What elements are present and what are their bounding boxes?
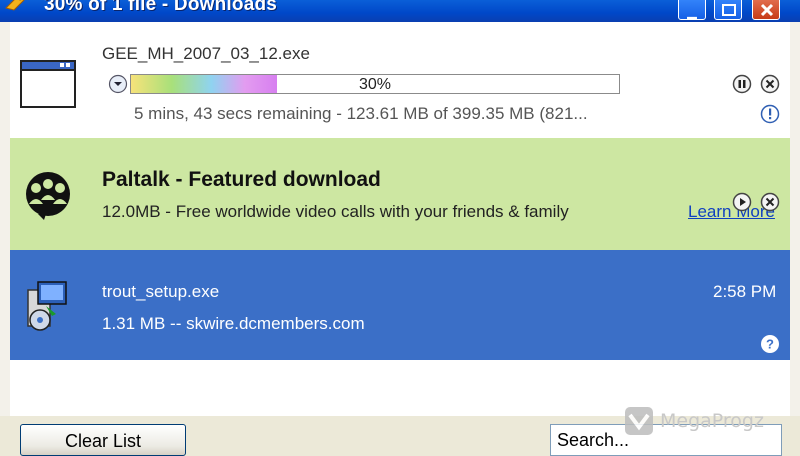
maximize-icon xyxy=(722,4,736,16)
progress-percent: 30% xyxy=(358,76,392,93)
megaprogz-logo xyxy=(625,407,653,435)
window-frame-right xyxy=(790,22,800,456)
svg-text:?: ? xyxy=(766,337,774,352)
download-filename: GEE_MH_2007_03_12.exe xyxy=(102,44,310,63)
pause-icon[interactable] xyxy=(732,74,752,94)
clear-list-button[interactable]: Clear List xyxy=(20,424,186,456)
minimize-icon: ▁ xyxy=(687,5,697,19)
download-item-active[interactable]: GEE_MH_2007_03_12.exe 30% 5 mins, 43 sec… xyxy=(10,22,790,138)
close-icon xyxy=(760,3,774,17)
featured-description: 12.0MB - Free worldwide video calls with… xyxy=(102,202,569,221)
progress-bar: 30% xyxy=(130,74,620,94)
title-bar[interactable]: 30% of 1 file - Downloads ▁ xyxy=(0,0,800,22)
download-item-selected[interactable]: trout_setup.exe 1.31 MB -- skwire.dcmemb… xyxy=(10,250,790,360)
window-frame-left xyxy=(0,22,10,456)
window-title: 30% of 1 file - Downloads xyxy=(44,0,278,15)
maximize-button[interactable] xyxy=(714,0,742,20)
dismiss-icon[interactable] xyxy=(760,192,780,212)
cancel-icon[interactable] xyxy=(760,74,780,94)
close-button[interactable] xyxy=(752,0,780,20)
installer-icon xyxy=(27,281,67,331)
download-source: 1.31 MB -- skwire.dcmembers.com xyxy=(102,314,365,333)
download-time: 2:58 PM xyxy=(713,282,777,301)
featured-title: Paltalk - Featured download xyxy=(102,168,381,191)
paltalk-people-icon xyxy=(26,172,70,220)
watermark-text: MegaProgz xyxy=(660,410,764,432)
chevron-down-icon[interactable] xyxy=(108,74,128,94)
downloads-list[interactable]: GEE_MH_2007_03_12.exe 30% 5 mins, 43 sec… xyxy=(10,22,790,416)
minimize-button[interactable]: ▁ xyxy=(678,0,706,20)
featured-download[interactable]: Paltalk - Featured download 12.0MB - Fre… xyxy=(10,138,790,250)
info-icon[interactable] xyxy=(760,104,780,124)
help-icon[interactable]: ? xyxy=(760,334,780,354)
window-file-icon xyxy=(20,60,76,108)
download-filename: trout_setup.exe xyxy=(102,282,220,301)
play-icon[interactable] xyxy=(732,192,752,212)
downloads-app-icon xyxy=(5,0,25,11)
download-status: 5 mins, 43 secs remaining - 123.61 MB of… xyxy=(134,104,588,123)
